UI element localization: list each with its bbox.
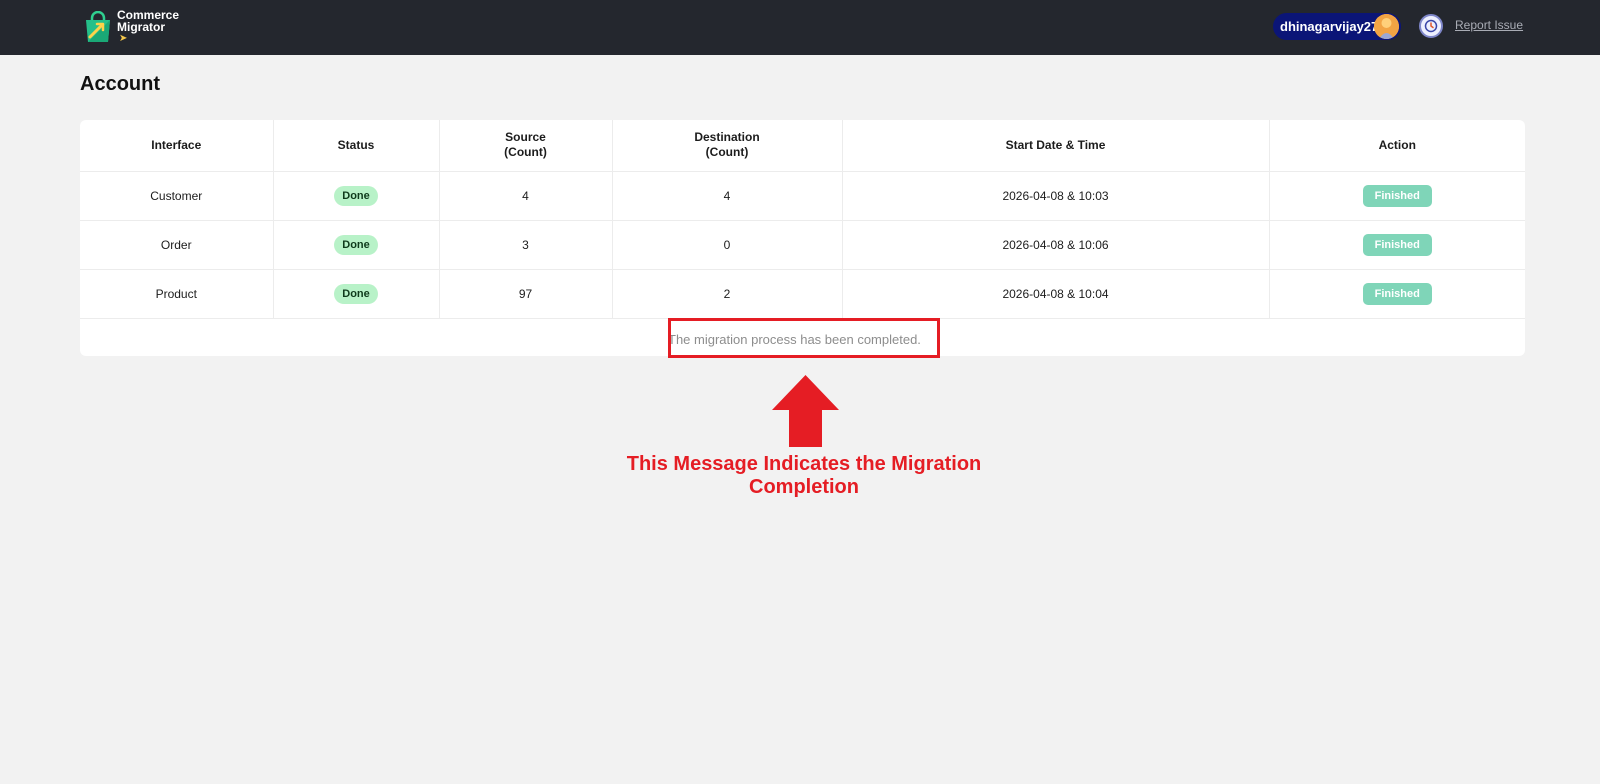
report-issue-link[interactable]: Report Issue (1455, 18, 1523, 32)
column-header-status: Status (273, 120, 440, 172)
brand-name: Commerce Migrator ➤ (117, 9, 179, 45)
highlight-box (668, 318, 940, 358)
app-logo[interactable]: Commerce Migrator ➤ (83, 9, 179, 45)
migration-table: Interface Status Source (Count) Destinat… (80, 120, 1525, 319)
finished-button[interactable]: Finished (1362, 282, 1432, 305)
top-navigation-bar: Commerce Migrator ➤ dhinagarvijay27 Repor… (0, 0, 1600, 55)
cell-source-count: 3 (439, 220, 613, 270)
annotation-label: This Message Indicates the Migration Com… (626, 453, 982, 498)
username: dhinagarvijay27 (1280, 19, 1379, 34)
finished-button[interactable]: Finished (1362, 233, 1432, 256)
table-row: Customer Done 4 4 2026-04-08 & 10:03 Fin… (80, 171, 1525, 221)
cell-interface: Order (80, 220, 274, 270)
cell-source-count: 97 (439, 269, 613, 319)
column-header-action: Action (1269, 120, 1525, 172)
cell-interface: Customer (80, 171, 274, 221)
status-badge: Done (334, 234, 378, 255)
cell-start-datetime: 2026-04-08 & 10:06 (842, 220, 1270, 270)
arrow-up-icon (772, 375, 839, 447)
finished-button[interactable]: Finished (1362, 184, 1432, 207)
cell-source-count: 4 (439, 171, 613, 221)
brand-line-2: Migrator (117, 20, 165, 34)
cell-start-datetime: 2026-04-08 & 10:03 (842, 171, 1270, 221)
cell-start-datetime: 2026-04-08 & 10:04 (842, 269, 1270, 319)
status-badge: Done (334, 185, 378, 206)
user-avatar-icon (1374, 14, 1399, 39)
clock-icon (1424, 19, 1438, 33)
cell-destination-count: 0 (612, 220, 843, 270)
page-title: Account (80, 73, 160, 95)
table-row: Product Done 97 2 2026-04-08 & 10:04 Fin… (80, 269, 1525, 319)
table-row: Order Done 3 0 2026-04-08 & 10:06 Finish… (80, 220, 1525, 270)
cell-destination-count: 4 (612, 171, 843, 221)
column-header-start: Start Date & Time (842, 120, 1270, 172)
paper-plane-icon: ➤ (119, 33, 128, 44)
cell-interface: Product (80, 269, 274, 319)
table-header-row: Interface Status Source (Count) Destinat… (80, 120, 1525, 172)
column-header-interface: Interface (80, 120, 274, 172)
user-menu[interactable]: dhinagarvijay27 (1273, 13, 1401, 40)
cell-destination-count: 2 (612, 269, 843, 319)
history-button[interactable] (1419, 14, 1443, 38)
column-header-destination: Destination (Count) (612, 120, 843, 172)
column-header-source: Source (Count) (439, 120, 613, 172)
shopping-bag-icon (83, 10, 113, 43)
status-badge: Done (334, 283, 378, 304)
